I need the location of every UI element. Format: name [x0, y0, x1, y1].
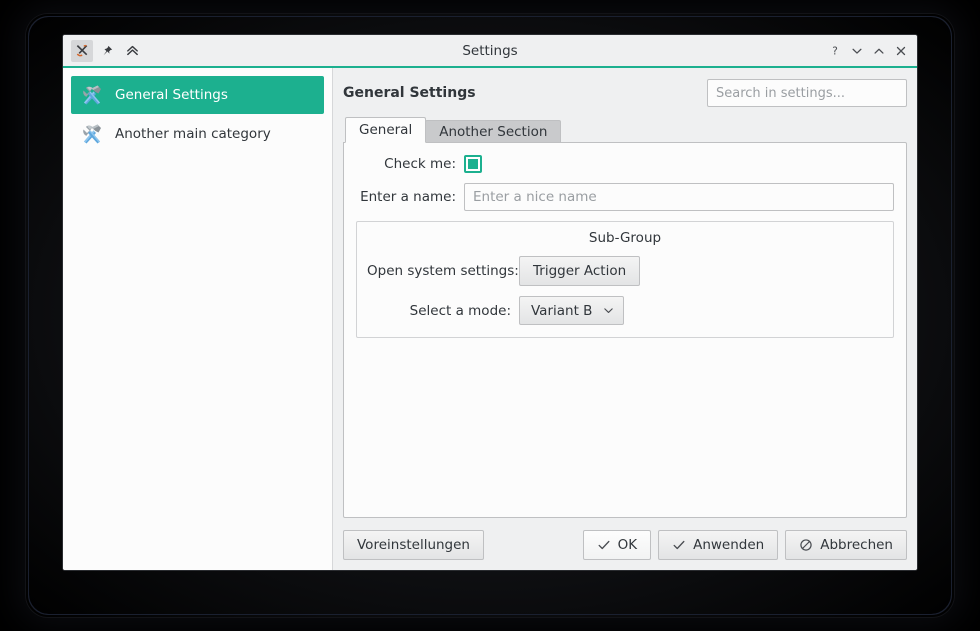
open-system-settings-label: Open system settings:: [367, 263, 519, 279]
trigger-action-row: Open system settings: Trigger Action: [367, 256, 883, 286]
trigger-action-button[interactable]: Trigger Action: [519, 256, 641, 286]
search-input[interactable]: [707, 79, 907, 107]
pin-icon[interactable]: [96, 40, 118, 62]
cancel-button-label: Abbrechen: [820, 537, 893, 553]
shade-icon[interactable]: [121, 40, 143, 62]
window-titlebar[interactable]: Settings ?: [63, 35, 917, 68]
sidebar-item-general-settings[interactable]: General Settings: [71, 76, 324, 114]
app-menu-icon[interactable]: [71, 39, 93, 62]
window-body: General Settings Another main category G…: [63, 68, 917, 570]
maximize-icon[interactable]: [868, 40, 889, 62]
name-row: Enter a name:: [356, 183, 894, 211]
chevron-down-icon: [602, 304, 615, 317]
check-icon: [672, 538, 686, 552]
tab-another-section[interactable]: Another Section: [425, 120, 562, 143]
desktop-background: Settings ? General Settings Another main…: [0, 0, 980, 631]
select-mode-row: Select a mode: Variant B: [367, 296, 883, 325]
help-icon[interactable]: ?: [824, 40, 845, 62]
ok-button[interactable]: OK: [582, 530, 652, 560]
sidebar: General Settings Another main category: [63, 68, 333, 570]
checkbox-label: Check me:: [384, 156, 456, 172]
defaults-button[interactable]: Voreinstellungen: [343, 530, 484, 560]
cancel-button[interactable]: Abbrechen: [785, 530, 907, 560]
ok-button-label: OK: [617, 537, 638, 553]
name-label: Enter a name:: [360, 189, 456, 205]
tab-bar: General Another Section: [343, 116, 907, 143]
page-title: General Settings: [343, 85, 476, 101]
mode-combobox-value: Variant B: [531, 302, 593, 319]
checkbox-partial-fill: [468, 159, 478, 169]
sidebar-item-label: Another main category: [115, 126, 271, 142]
no-entry-icon: [799, 538, 813, 552]
tools-icon: [79, 82, 105, 108]
titlebar-left-controls: [71, 39, 143, 62]
window-title: Settings: [462, 42, 518, 59]
name-input[interactable]: [464, 183, 894, 211]
settings-window: Settings ? General Settings Another main…: [62, 34, 918, 571]
settings-pane: General Settings General Another Section…: [333, 68, 917, 570]
select-mode-label: Select a mode:: [409, 302, 511, 319]
minimize-icon[interactable]: [846, 40, 867, 62]
pane-header: General Settings: [343, 78, 907, 108]
sidebar-item-label: General Settings: [115, 87, 228, 103]
sub-group-box: Sub-Group Open system settings: Trigger …: [356, 221, 894, 338]
tools-icon: [79, 121, 105, 147]
titlebar-right-controls: ?: [824, 40, 911, 62]
svg-text:?: ?: [832, 45, 838, 57]
apply-button[interactable]: Anwenden: [658, 530, 779, 560]
apply-button-label: Anwenden: [693, 537, 765, 553]
sidebar-item-another-main-category[interactable]: Another main category: [71, 115, 324, 153]
check-icon: [597, 538, 611, 552]
checkbox-row: Check me:: [356, 155, 894, 173]
close-icon[interactable]: [890, 40, 911, 62]
dialog-button-bar: Voreinstellungen OK Anwenden Abbrechen: [343, 518, 907, 560]
tab-content-panel: Check me: Enter a name: Sub-Group Open s…: [343, 142, 907, 518]
mode-combobox[interactable]: Variant B: [519, 296, 625, 325]
sub-group-title: Sub-Group: [588, 230, 662, 246]
tab-general[interactable]: General: [345, 117, 427, 143]
check-me-checkbox[interactable]: [464, 155, 482, 173]
